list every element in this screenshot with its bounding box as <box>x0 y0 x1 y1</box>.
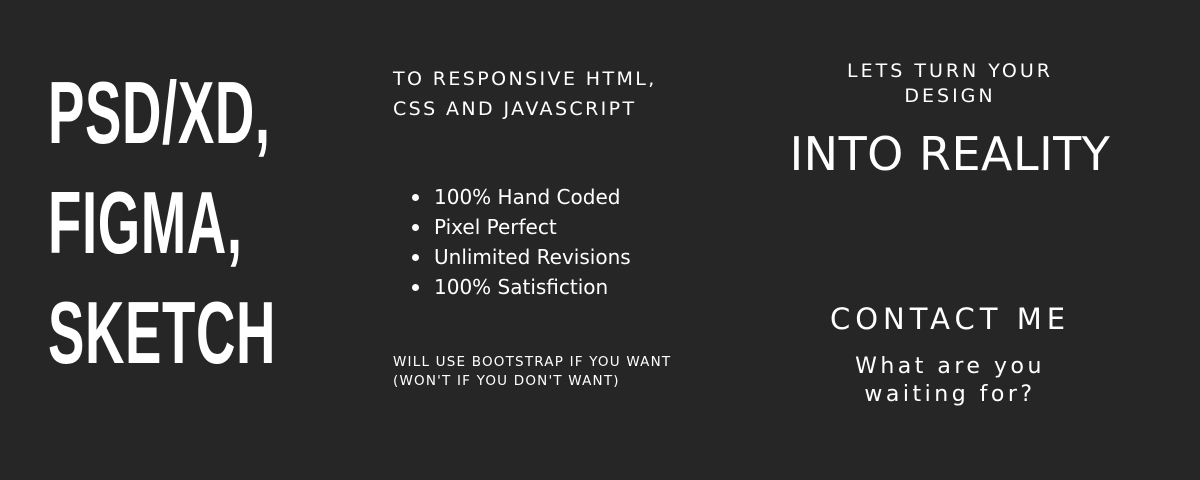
subtitle: TO RESPONSIVE HTML, CSS AND JAVASCRIPT <box>393 64 723 124</box>
tagline-line-1: LETS TURN YOUR <box>847 60 1053 82</box>
feature-item: 100% Hand Coded <box>412 182 631 212</box>
into-reality-heading: INTO REALITY <box>789 127 1111 181</box>
feature-label: 100% Satisfiction <box>434 275 609 299</box>
headline: PSD/XD, FIGMA, SKETCH <box>48 58 378 388</box>
bullet-icon <box>412 224 419 231</box>
feature-label: Pixel Perfect <box>434 215 557 239</box>
bootstrap-note: WILL USE BOOTSTRAP IF YOU WANT (WON'T IF… <box>393 353 753 391</box>
feature-item: Unlimited Revisions <box>412 242 631 272</box>
note-line-1: WILL USE BOOTSTRAP IF YOU WANT <box>393 354 672 370</box>
waiting-line-1: What are you <box>855 354 1045 379</box>
subtitle-line-2: CSS AND JAVASCRIPT <box>393 98 637 120</box>
headline-line-2: FIGMA, <box>48 173 243 272</box>
tagline-line-2: DESIGN <box>904 85 996 107</box>
headline-line-1: PSD/XD, <box>48 63 271 162</box>
subtitle-line-1: TO RESPONSIVE HTML, <box>393 68 657 90</box>
feature-list: 100% Hand Coded Pixel Perfect Unlimited … <box>412 182 631 302</box>
waiting-line-2: waiting for? <box>864 382 1036 407</box>
feature-label: 100% Hand Coded <box>434 185 621 209</box>
feature-item: 100% Satisfiction <box>412 272 631 302</box>
bullet-icon <box>412 254 419 261</box>
bullet-icon <box>412 284 419 291</box>
contact-me-heading: CONTACT ME <box>829 302 1071 336</box>
banner: PSD/XD, FIGMA, SKETCH TO RESPONSIVE HTML… <box>0 0 1200 480</box>
feature-label: Unlimited Revisions <box>434 245 631 269</box>
headline-line-3: SKETCH <box>48 283 277 382</box>
tagline: LETS TURN YOUR DESIGN <box>760 59 1140 109</box>
bullet-icon <box>412 194 419 201</box>
feature-item: Pixel Perfect <box>412 212 631 242</box>
waiting-text: What are you waiting for? <box>820 353 1080 409</box>
note-line-2: (WON'T IF YOU DON'T WANT) <box>393 373 620 389</box>
